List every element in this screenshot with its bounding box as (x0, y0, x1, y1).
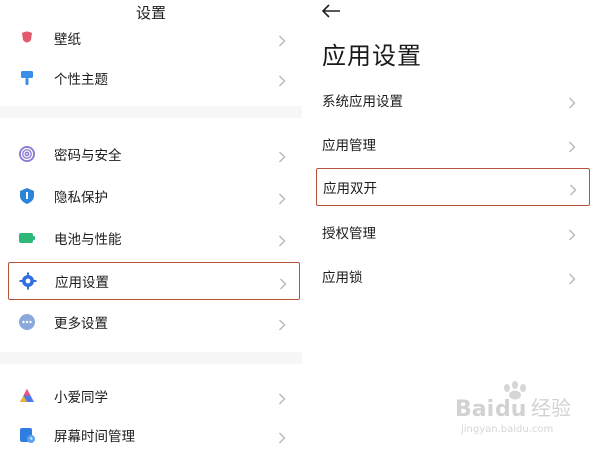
app-settings-item-label: 授权管理 (322, 226, 376, 242)
app-settings-item-app-lock[interactable]: 应用锁 (316, 256, 588, 296)
page-title: 应用设置 (322, 42, 422, 70)
settings-item-label: 电池与性能 (54, 232, 122, 248)
settings-item-privacy[interactable]: 隐私保护 (8, 176, 298, 216)
settings-item-label: 壁纸 (54, 32, 81, 48)
chevron-right-icon (278, 72, 286, 87)
watermark-logo: Bai du 经验 jingyan.baidu.com (455, 380, 595, 440)
settings-item-label: 更多设置 (54, 316, 108, 332)
chevron-right-icon (278, 148, 286, 163)
chevron-right-icon (278, 316, 286, 331)
app-settings-item-dual-apps[interactable]: 应用双开 (316, 168, 590, 206)
group-divider (0, 352, 302, 364)
svg-text:jingyan.baidu.com: jingyan.baidu.com (460, 424, 553, 435)
back-arrow-icon[interactable] (320, 2, 342, 20)
group-divider (0, 106, 302, 118)
chevron-right-icon (278, 429, 286, 444)
settings-item-password-security[interactable]: 密码与安全 (8, 134, 298, 174)
app-settings-item-system-apps[interactable]: 系统应用设置 (316, 80, 588, 120)
settings-item-screen-time[interactable]: 屏幕时间管理 (8, 418, 298, 452)
battery-icon (18, 229, 36, 247)
theme-brush-icon (18, 69, 36, 87)
settings-item-label: 应用设置 (55, 275, 109, 291)
app-settings-item-permissions[interactable]: 授权管理 (316, 212, 588, 252)
app-settings-item-app-management[interactable]: 应用管理 (316, 124, 588, 164)
settings-item-xiaoai[interactable]: 小爱同学 (8, 376, 298, 416)
gear-icon (19, 272, 37, 290)
settings-item-theme[interactable]: 个性主题 (8, 58, 298, 98)
app-settings-item-label: 系统应用设置 (322, 94, 403, 110)
svg-text:经验: 经验 (531, 396, 571, 420)
settings-item-label: 屏幕时间管理 (54, 429, 135, 445)
settings-item-label: 小爱同学 (54, 390, 108, 406)
chevron-right-icon (278, 190, 286, 205)
svg-text:Bai: Bai (455, 397, 494, 422)
chevron-right-icon (568, 226, 576, 241)
settings-item-more[interactable]: 更多设置 (8, 302, 298, 342)
settings-item-battery[interactable]: 电池与性能 (8, 218, 298, 258)
chevron-right-icon (568, 270, 576, 285)
chevron-right-icon (278, 232, 286, 247)
settings-item-label: 隐私保护 (54, 190, 108, 206)
svg-text:du: du (495, 397, 526, 422)
settings-item-label: 个性主题 (54, 72, 108, 88)
chevron-right-icon (569, 181, 577, 196)
settings-item-wallpaper[interactable]: 壁纸 (8, 20, 298, 56)
privacy-shield-icon (18, 187, 36, 205)
fingerprint-icon (18, 145, 36, 163)
chevron-right-icon (279, 275, 287, 290)
settings-item-label: 密码与安全 (54, 148, 122, 164)
more-dots-icon (18, 313, 36, 331)
chevron-right-icon (278, 390, 286, 405)
chevron-right-icon (568, 94, 576, 109)
screen-time-icon (18, 426, 36, 444)
wallpaper-icon (18, 29, 36, 47)
settings-item-app-settings[interactable]: 应用设置 (8, 262, 300, 300)
app-settings-item-label: 应用锁 (322, 270, 363, 286)
xiaoai-icon (18, 387, 36, 405)
app-settings-item-label: 应用双开 (323, 181, 377, 197)
app-settings-item-label: 应用管理 (322, 138, 376, 154)
chevron-right-icon (278, 32, 286, 47)
chevron-right-icon (568, 138, 576, 153)
